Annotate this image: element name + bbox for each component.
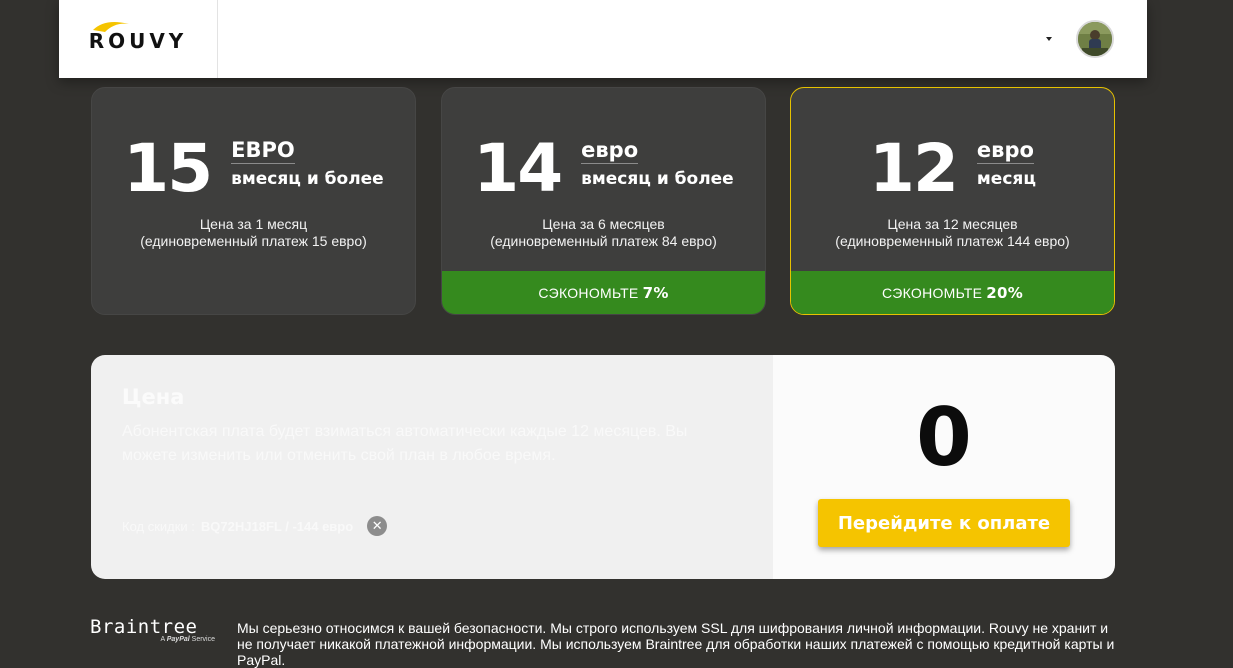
- discount-value: BQ72HJ18FL / -144 евро: [200, 518, 354, 534]
- plan-description: Цена за 12 месяцев (единовременный плате…: [835, 216, 1070, 249]
- security-notice: Мы серьезно относимся к вашей безопаснос…: [237, 620, 1115, 668]
- price-period: месяц: [976, 169, 1036, 189]
- price-currency: евро: [581, 138, 639, 164]
- price-currency: евро: [976, 138, 1034, 164]
- savings-banner: СЭКОНОМЬТЕ 20%: [791, 271, 1114, 314]
- remove-discount-icon[interactable]: ✕: [367, 516, 388, 536]
- braintree-logo: Braintree A PayPal Service: [90, 616, 215, 643]
- proceed-to-payment-button[interactable]: Перейдите к оплате: [818, 499, 1070, 547]
- plan-price: 14 евро вмесяц и более: [442, 134, 765, 204]
- discount-label: Код скидки :: [122, 518, 195, 534]
- price-details: Цена Абонентская плата будет взиматься а…: [91, 355, 773, 579]
- user-menu: [1046, 0, 1147, 78]
- discount-code: Код скидки : BQ72HJ18FL / -144 евро ✕: [122, 516, 388, 536]
- savings-banner: СЭКОНОМЬТЕ 7%: [442, 271, 765, 314]
- logo[interactable]: ROUVY: [59, 0, 218, 78]
- order-summary: Цена Абонентская плата будет взиматься а…: [91, 355, 1115, 579]
- plan-card-6-months[interactable]: 14 евро вмесяц и более Цена за 6 месяцев…: [441, 87, 766, 315]
- logo-text: ROUVY: [88, 29, 188, 53]
- plan-price: 12 евро месяц: [791, 134, 1114, 204]
- savings-percent: 20%: [986, 283, 1024, 302]
- avatar-photo-icon: [1078, 22, 1112, 56]
- total-amount: 0: [916, 391, 972, 484]
- price-period: вмесяц и более: [231, 169, 384, 189]
- savings-percent: 7%: [642, 283, 669, 302]
- plan-card-12-months[interactable]: 12 евро месяц Цена за 12 месяцев (единов…: [790, 87, 1115, 315]
- plan-description: Цена за 6 месяцев (единовременный платеж…: [490, 216, 717, 249]
- price-currency: ЕВРО: [231, 138, 295, 164]
- summary-title: Цена: [122, 385, 185, 409]
- price-amount: 14: [473, 130, 563, 207]
- billing-info-text: Абонентская плата будет взиматься автома…: [122, 423, 688, 464]
- plan-description: Цена за 1 месяц (единовременный платеж 1…: [140, 216, 367, 249]
- avatar[interactable]: [1076, 20, 1114, 58]
- price-amount: 12: [869, 130, 959, 207]
- top-header: ROUVY: [59, 0, 1147, 78]
- price-period: вмесяц и более: [581, 169, 734, 189]
- plan-price: 15 ЕВРО вмесяц и более: [92, 134, 415, 204]
- plan-card-1-month[interactable]: 15 ЕВРО вмесяц и более Цена за 1 месяц (…: [91, 87, 416, 315]
- chevron-down-icon[interactable]: [1046, 37, 1052, 41]
- checkout-panel: 0 Перейдите к оплате: [773, 355, 1115, 579]
- price-amount: 15: [123, 130, 213, 207]
